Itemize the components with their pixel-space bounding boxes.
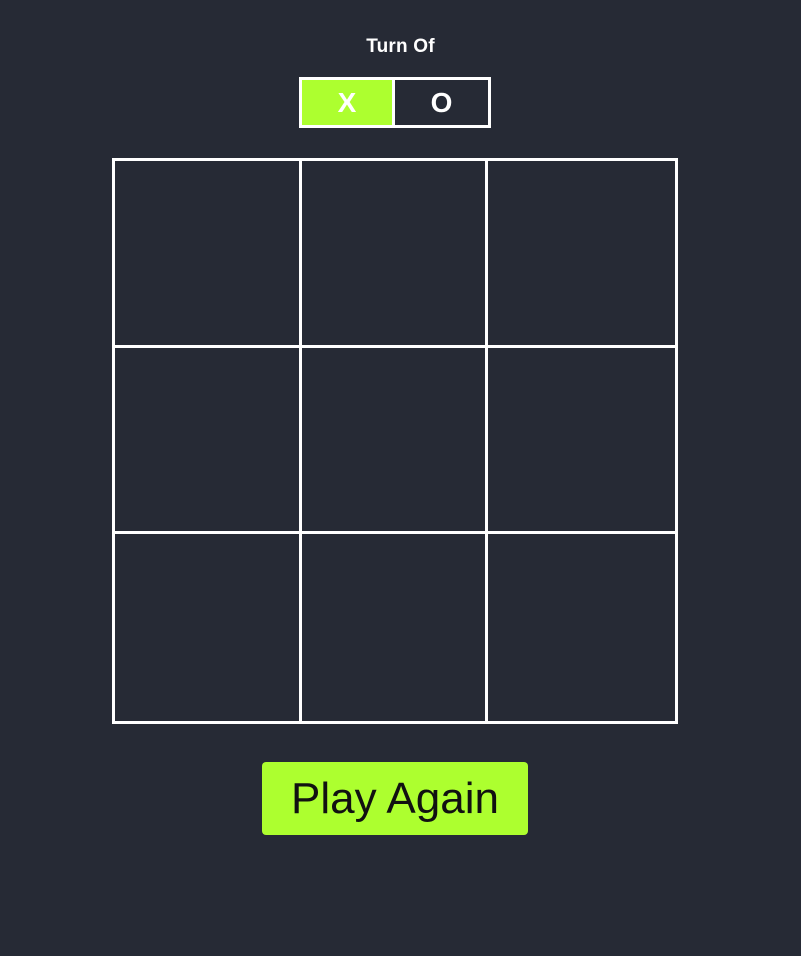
board-cell-5[interactable] (301, 347, 489, 535)
turn-title: Turn Of (366, 36, 435, 57)
board-cell-8[interactable] (302, 534, 489, 721)
board-cell-2[interactable] (301, 161, 489, 348)
board-cell-9[interactable] (488, 534, 675, 721)
turn-toggle: X O (299, 77, 491, 128)
game-board (112, 158, 678, 724)
board-cell-4[interactable] (115, 347, 302, 535)
board-cell-6[interactable] (488, 348, 675, 535)
board-cell-3[interactable] (488, 161, 675, 348)
play-again-button[interactable]: Play Again (262, 762, 528, 835)
turn-option-x[interactable]: X (299, 77, 395, 128)
turn-option-o[interactable]: O (395, 77, 491, 128)
board-cell-7[interactable] (115, 534, 302, 721)
board-cell-1[interactable] (115, 161, 302, 348)
